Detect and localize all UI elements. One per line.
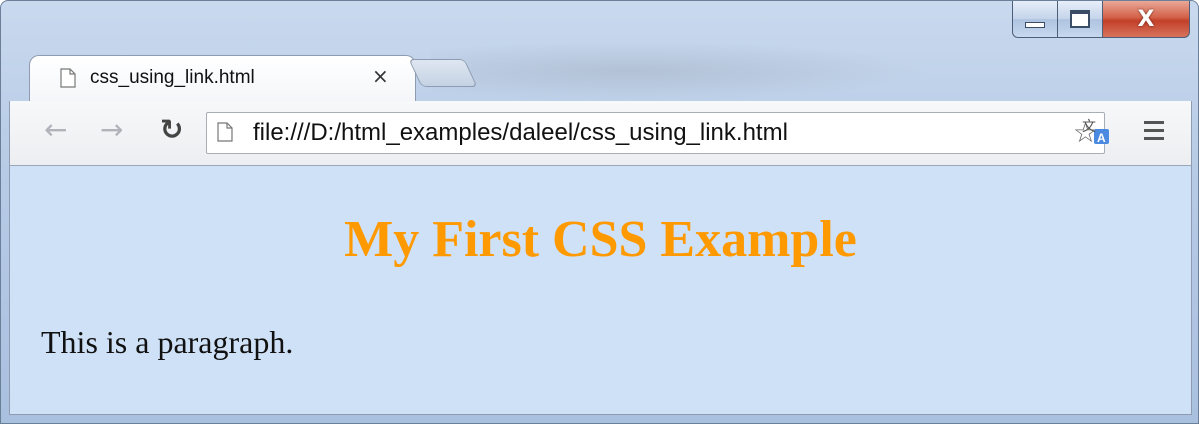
tab-css-using-link[interactable]: css_using_link.html ×	[29, 55, 416, 102]
translate-icon[interactable]: A 文	[1082, 117, 1110, 145]
tab-strip: css_using_link.html ×	[1, 51, 1198, 102]
new-tab-button[interactable]	[408, 59, 478, 87]
maximize-icon	[1070, 10, 1090, 28]
svg-text:A: A	[1097, 131, 1106, 145]
forward-arrow-icon[interactable]: →	[100, 113, 123, 146]
page-icon	[217, 122, 233, 142]
address-url[interactable]: file:///D:/html_examples/daleel/css_usin…	[253, 119, 788, 147]
close-window-button[interactable]: X	[1103, 1, 1190, 38]
browser-toolbar: ← → ↻ file:///D:/html_examples/daleel/cs…	[9, 101, 1192, 165]
tab-title: css_using_link.html	[90, 67, 255, 88]
maximize-button[interactable]	[1058, 1, 1103, 38]
page-icon	[60, 68, 76, 88]
minimize-icon	[1025, 22, 1045, 28]
address-bar[interactable]: file:///D:/html_examples/daleel/css_usin…	[206, 112, 1105, 154]
page-viewport: My First CSS Example This is a paragraph…	[9, 165, 1192, 415]
close-icon: X	[1137, 6, 1155, 32]
tab-close-icon[interactable]: ×	[372, 64, 389, 88]
minimize-button[interactable]	[1012, 1, 1058, 38]
svg-text:文: 文	[1082, 119, 1096, 135]
reload-icon[interactable]: ↻	[160, 113, 183, 146]
back-arrow-icon[interactable]: ←	[44, 113, 67, 146]
page-heading: My First CSS Example	[344, 211, 857, 268]
browser-window: X css_using_link.html × ← → ↻ file:///D:…	[0, 0, 1199, 424]
page-paragraph: This is a paragraph.	[41, 324, 294, 360]
window-controls: X	[1012, 1, 1190, 39]
hamburger-menu-icon[interactable]	[1144, 121, 1164, 145]
